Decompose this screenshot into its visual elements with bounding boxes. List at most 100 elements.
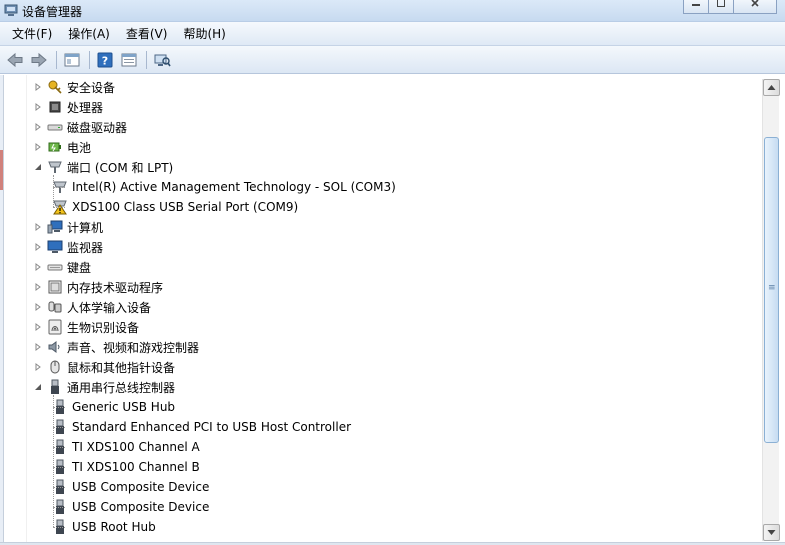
tree-item-label: 人体学输入设备 <box>67 300 152 315</box>
toolbar: ? <box>0 46 785 74</box>
menu-action[interactable]: 操作(A) <box>60 24 118 44</box>
tree-category[interactable]: 安全设备 <box>33 77 115 97</box>
tree-item-label: 鼠标和其他指针设备 <box>67 360 176 375</box>
fingerprint-icon <box>47 319 63 335</box>
tree-item-label: 通用串行总线控制器 <box>67 380 176 395</box>
left-frame <box>0 75 4 545</box>
vertical-scrollbar[interactable]: ≡ <box>762 79 780 541</box>
tree-device[interactable]: Generic USB Hub <box>52 397 175 417</box>
menu-file[interactable]: 文件(F) <box>4 24 60 44</box>
expand-arrow-icon[interactable] <box>33 102 43 112</box>
tree-item-label: 生物识别设备 <box>67 320 140 335</box>
tree-category[interactable]: 通用串行总线控制器 <box>33 377 175 397</box>
tree-category[interactable]: 端口 (COM 和 LPT) <box>33 157 173 177</box>
expand-arrow-icon[interactable] <box>33 362 43 372</box>
processor-icon <box>47 99 63 115</box>
tree-device[interactable]: Intel(R) Active Management Technology - … <box>52 177 396 197</box>
tree-device[interactable]: TI XDS100 Channel A <box>52 437 200 457</box>
tree-category[interactable]: 声音、视频和游戏控制器 <box>33 337 199 357</box>
collapse-arrow-icon[interactable] <box>33 162 43 172</box>
tree-device[interactable]: USB Composite Device <box>52 497 209 517</box>
expand-arrow-icon[interactable] <box>33 322 43 332</box>
maximize-button[interactable] <box>708 0 734 14</box>
expand-arrow-icon[interactable] <box>33 82 43 92</box>
scroll-up-icon <box>767 85 776 90</box>
scroll-down-icon <box>767 530 776 535</box>
show-hide-tree-icon <box>64 53 80 66</box>
toolbar-separator <box>56 50 57 69</box>
tree-connector-line <box>53 407 65 408</box>
tree-connector-line <box>53 527 65 528</box>
tree-connector-line <box>53 447 65 448</box>
tree-item-label: TI XDS100 Channel B <box>72 460 200 474</box>
expand-arrow-icon[interactable] <box>33 342 43 352</box>
scroll-down-button[interactable] <box>763 524 780 541</box>
tree-item-label: 安全设备 <box>67 80 116 95</box>
tree-category[interactable]: 磁盘驱动器 <box>33 117 127 137</box>
scroll-thumb[interactable]: ≡ <box>764 137 779 443</box>
tree-connector-line <box>53 207 65 208</box>
expand-arrow-icon[interactable] <box>33 262 43 272</box>
tree-category[interactable]: 处理器 <box>33 97 103 117</box>
tree-connector-line <box>53 507 65 508</box>
collapse-arrow-icon[interactable] <box>33 382 43 392</box>
tree-category[interactable]: 内存技术驱动程序 <box>33 277 163 297</box>
scroll-grip-icon: ≡ <box>768 283 776 293</box>
tree-item-label: 端口 (COM 和 LPT) <box>67 160 174 175</box>
security-key-icon <box>47 79 63 95</box>
computer-icon <box>47 219 63 235</box>
window-title: 设备管理器 <box>22 5 83 19</box>
tree-category[interactable]: 键盘 <box>33 257 91 277</box>
mouse-icon <box>47 359 63 375</box>
monitor-icon <box>47 239 63 255</box>
help-icon: ? <box>97 52 113 67</box>
tree-device[interactable]: XDS100 Class USB Serial Port (COM9) <box>52 197 298 217</box>
tree-category[interactable]: 生物识别设备 <box>33 317 139 337</box>
back-button[interactable] <box>4 49 26 71</box>
close-button[interactable] <box>733 0 777 14</box>
expand-arrow-icon[interactable] <box>33 242 43 252</box>
help-button[interactable]: ? <box>94 49 116 71</box>
expand-arrow-icon[interactable] <box>33 122 43 132</box>
expand-arrow-icon[interactable] <box>33 282 43 292</box>
tree-device[interactable]: USB Composite Device <box>52 477 209 497</box>
toolbar-separator <box>146 50 147 69</box>
tree-category[interactable]: 人体学输入设备 <box>33 297 151 317</box>
memory-icon <box>47 279 63 295</box>
menu-view[interactable]: 查看(V) <box>118 24 176 44</box>
expand-arrow-icon[interactable] <box>33 302 43 312</box>
hid-icon <box>47 299 63 315</box>
keyboard-icon <box>47 259 63 275</box>
disk-drive-icon <box>47 119 63 135</box>
tree-category[interactable]: 计算机 <box>33 217 103 237</box>
menu-bar: 文件(F) 操作(A) 查看(V) 帮助(H) <box>0 22 785 46</box>
device-tree[interactable]: 安全设备处理器磁盘驱动器电池端口 (COM 和 LPT) Intel(R) Act… <box>26 75 761 545</box>
title-bar: 设备管理器 <box>0 0 785 22</box>
scan-hardware-button[interactable] <box>151 49 173 71</box>
tree-category[interactable]: 电池 <box>33 137 91 157</box>
minimize-button[interactable] <box>683 0 709 14</box>
tree-item-label: 监视器 <box>67 240 104 255</box>
tree-connector-line <box>53 187 65 188</box>
tree-item-label: USB Composite Device <box>72 500 210 514</box>
menu-help[interactable]: 帮助(H) <box>175 24 233 44</box>
scroll-up-button[interactable] <box>763 79 780 96</box>
forward-button[interactable] <box>28 49 50 71</box>
tree-item-label: Generic USB Hub <box>72 400 176 414</box>
tree-connector-line <box>53 467 65 468</box>
content-area: 安全设备处理器磁盘驱动器电池端口 (COM 和 LPT) Intel(R) Act… <box>0 75 785 545</box>
tree-item-label: 磁盘驱动器 <box>67 120 128 135</box>
tree-item-label: 声音、视频和游戏控制器 <box>67 340 200 355</box>
tree-category[interactable]: 监视器 <box>33 237 103 257</box>
tree-category[interactable]: 鼠标和其他指针设备 <box>33 357 175 377</box>
show-hide-tree-button[interactable] <box>61 49 83 71</box>
tree-device[interactable]: Standard Enhanced PCI to USB Host Contro… <box>52 417 351 437</box>
tree-connector-line <box>53 427 65 428</box>
properties-button[interactable] <box>118 49 140 71</box>
tree-connector-line <box>53 175 54 207</box>
toolbar-separator <box>89 50 90 69</box>
expand-arrow-icon[interactable] <box>33 142 43 152</box>
tree-device[interactable]: TI XDS100 Channel B <box>52 457 200 477</box>
tree-device[interactable]: USB Root Hub <box>52 517 156 537</box>
expand-arrow-icon[interactable] <box>33 222 43 232</box>
